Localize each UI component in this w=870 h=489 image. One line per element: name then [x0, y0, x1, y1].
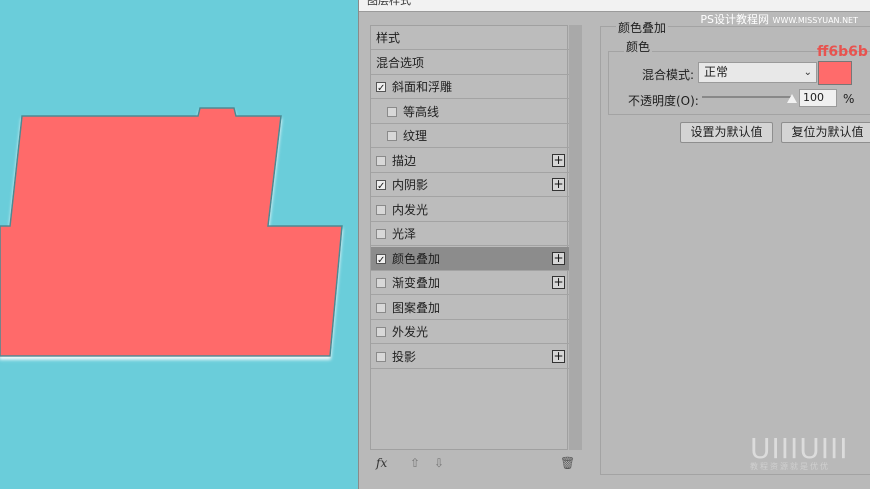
style-item-label: 颜色叠加	[392, 251, 441, 266]
arrow-up-icon[interactable]: ⇧	[410, 456, 420, 470]
style-item-11[interactable]: 图案叠加	[371, 296, 569, 320]
style-item-8[interactable]: 光泽	[371, 222, 569, 246]
style-item-0[interactable]: 样式	[371, 26, 569, 50]
style-item-4[interactable]: 纹理	[371, 124, 569, 148]
add-icon[interactable]: +	[552, 153, 565, 167]
style-item-label: 内阴影	[392, 178, 429, 192]
fx-button[interactable]: fx	[376, 456, 387, 470]
opacity-unit: %	[841, 92, 857, 106]
section-title: 颜色叠加	[616, 19, 669, 36]
canvas-area[interactable]	[0, 0, 358, 489]
set-default-button[interactable]: 设置为默认值	[680, 122, 773, 143]
opacity-label: 不透明度(O):	[626, 92, 701, 109]
site-watermark-url: WWW.MISSYUAN.NET	[772, 16, 858, 25]
style-checkbox[interactable]	[376, 175, 386, 199]
reset-default-button[interactable]: 复位为默认值	[781, 122, 870, 143]
style-item-label: 光泽	[392, 227, 417, 241]
style-item-3[interactable]: 等高线	[371, 100, 569, 124]
style-checkbox[interactable]	[376, 249, 386, 273]
style-item-label: 外发光	[392, 325, 429, 339]
add-icon[interactable]: +	[552, 178, 565, 191]
opacity-slider-track[interactable]	[702, 96, 792, 98]
style-checkbox[interactable]	[376, 77, 386, 101]
style-item-label: 斜面和浮雕	[392, 80, 453, 94]
style-item-label: 内发光	[392, 202, 429, 217]
styles-scrollbar[interactable]	[569, 25, 582, 450]
styles-footer: fx ⇧ ⇩ 🗑	[370, 450, 580, 480]
opacity-slider-thumb[interactable]	[787, 94, 797, 103]
style-checkbox[interactable]	[376, 327, 386, 337]
arrow-down-icon[interactable]: ⇩	[434, 456, 444, 470]
trash-icon[interactable]: 🗑	[560, 456, 575, 470]
style-item-label: 样式	[376, 31, 401, 45]
style-checkbox[interactable]	[387, 131, 397, 141]
chevron-down-icon: ⌄	[803, 67, 812, 78]
uiiiuiii-watermark: UIIIUIII 教程资源就是优优	[750, 432, 849, 472]
blend-mode-select[interactable]: 正常 ⌄	[698, 62, 817, 83]
style-item-9[interactable]: 颜色叠加 +	[371, 246, 569, 273]
style-item-1[interactable]: 混合选项	[371, 51, 569, 75]
color-swatch[interactable]	[818, 61, 852, 85]
style-checkbox[interactable]	[376, 351, 386, 362]
style-item-label: 纹理	[403, 129, 428, 143]
site-watermark-name: PS设计教程网	[700, 13, 770, 26]
style-item-label: 描边	[392, 153, 417, 168]
style-item-2[interactable]: 斜面和浮雕	[371, 75, 569, 101]
style-item-label: 图案叠加	[392, 300, 441, 315]
boat-shape	[0, 107, 343, 357]
style-item-7[interactable]: 内发光	[371, 198, 569, 222]
style-item-label: 混合选项	[376, 55, 425, 70]
blend-mode-value: 正常	[704, 65, 729, 79]
style-item-6[interactable]: 内阴影 +	[371, 173, 569, 199]
color-group-title: 颜色	[624, 38, 653, 55]
style-item-label: 渐变叠加	[392, 276, 441, 290]
color-hex-annotation: ff6b6b	[817, 44, 868, 60]
style-item-12[interactable]: 外发光	[371, 320, 569, 344]
style-checkbox[interactable]	[387, 106, 397, 117]
blend-mode-label: 混合模式:	[640, 66, 697, 83]
style-checkbox[interactable]	[376, 302, 386, 313]
style-item-10[interactable]: 渐变叠加 +	[371, 271, 569, 295]
add-icon[interactable]: +	[552, 251, 565, 265]
style-checkbox[interactable]	[376, 155, 386, 166]
style-item-label: 等高线	[403, 104, 440, 119]
dialog-title: 图层样式	[367, 0, 411, 7]
style-checkbox[interactable]	[376, 204, 386, 215]
style-item-13[interactable]: 投影 +	[371, 345, 569, 369]
add-icon[interactable]: +	[552, 349, 565, 363]
style-checkbox[interactable]	[376, 278, 386, 288]
site-watermark: PS设计教程网 WWW.MISSYUAN.NET	[700, 11, 858, 27]
opacity-input[interactable]: 100	[799, 89, 837, 107]
add-icon[interactable]: +	[552, 276, 565, 289]
style-item-label: 投影	[392, 349, 417, 364]
style-checkbox[interactable]	[376, 229, 386, 239]
styles-list: 样式混合选项斜面和浮雕等高线纹理描边 + 内阴影 + 内发光光泽颜色叠加 + 渐变叠加 + 图案…	[370, 25, 569, 450]
style-item-5[interactable]: 描边 +	[371, 149, 569, 173]
